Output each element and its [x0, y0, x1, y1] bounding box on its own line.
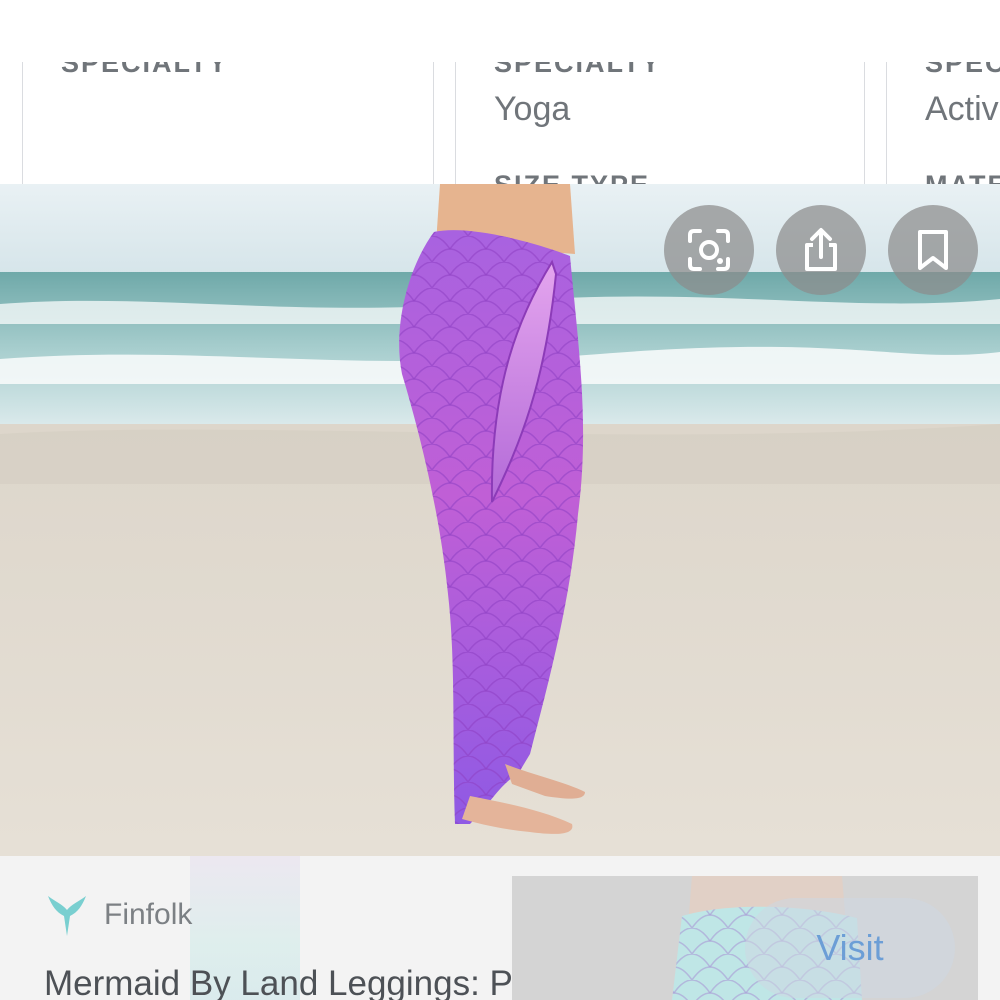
product-image[interactable] — [0, 184, 1000, 856]
spec-heading: MATE — [925, 170, 1000, 184]
finfolk-logo-icon — [48, 896, 86, 936]
result-source: Finfolk — [46, 892, 192, 938]
spec-value: Yoga — [494, 90, 571, 128]
share-icon — [805, 228, 837, 271]
bookmark-icon — [918, 230, 948, 270]
share-button[interactable] — [776, 205, 866, 295]
lens-button[interactable] — [664, 205, 754, 295]
spec-heading: SPECIALTY — [494, 62, 662, 78]
spec-heading: SPECIALTY — [925, 62, 1000, 78]
lens-scan-icon — [688, 229, 730, 271]
source-name: Finfolk — [104, 898, 193, 931]
spec-column: SPECIALTY — [22, 62, 434, 184]
spec-column: SPECIALTY Yoga SIZE TYPE — [455, 62, 865, 184]
product-specs-strip: SPECIALTY SPECIALTY Yoga SIZE TYPE SPECI… — [0, 0, 1000, 184]
visit-button[interactable]: Visit — [745, 898, 955, 998]
spec-column: SPECIALTY Activ MATE — [886, 62, 1000, 184]
result-title[interactable]: Mermaid By Land Leggings: Purple — [44, 964, 591, 1000]
spec-value: Activ — [925, 90, 999, 128]
spec-heading: SPECIALTY — [61, 62, 229, 78]
beach-leggings-photo — [0, 184, 1000, 856]
spec-heading: SIZE TYPE — [494, 170, 650, 184]
save-button[interactable] — [888, 205, 978, 295]
